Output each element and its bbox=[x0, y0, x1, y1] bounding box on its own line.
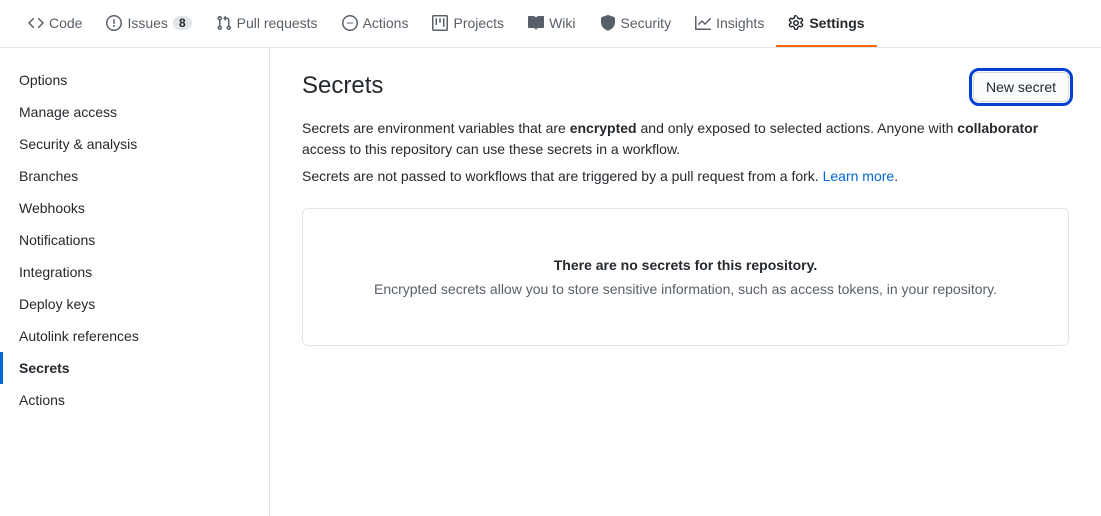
desc-bold2: collaborator bbox=[957, 120, 1038, 136]
nav-settings-label: Settings bbox=[809, 15, 864, 31]
sidebar: Options Manage access Security & analysi… bbox=[0, 48, 270, 516]
settings-icon bbox=[788, 15, 804, 31]
sidebar-item-manage-access[interactable]: Manage access bbox=[0, 96, 269, 128]
description-text: Secrets are environment variables that a… bbox=[302, 118, 1069, 160]
sidebar-item-security-analysis[interactable]: Security & analysis bbox=[0, 128, 269, 160]
pr-icon bbox=[216, 15, 232, 31]
sidebar-item-actions[interactable]: Actions bbox=[0, 384, 269, 416]
nav-security-label: Security bbox=[621, 15, 672, 31]
main-container: Options Manage access Security & analysi… bbox=[0, 48, 1101, 516]
sidebar-item-deploy-keys[interactable]: Deploy keys bbox=[0, 288, 269, 320]
nav-security[interactable]: Security bbox=[588, 0, 684, 47]
note-text: Secrets are not passed to workflows that… bbox=[302, 168, 823, 184]
empty-box-desc: Encrypted secrets allow you to store sen… bbox=[327, 281, 1044, 297]
sidebar-item-secrets[interactable]: Secrets bbox=[0, 352, 269, 384]
nav-wiki-label: Wiki bbox=[549, 15, 575, 31]
nav-pr-label: Pull requests bbox=[237, 15, 318, 31]
nav-code[interactable]: Code bbox=[16, 0, 94, 47]
security-icon bbox=[600, 15, 616, 31]
desc-bold1: encrypted bbox=[570, 120, 637, 136]
nav-projects[interactable]: Projects bbox=[420, 0, 516, 47]
new-secret-button[interactable]: New secret bbox=[973, 72, 1069, 102]
nav-code-label: Code bbox=[49, 15, 82, 31]
nav-projects-label: Projects bbox=[453, 15, 504, 31]
learn-more-link[interactable]: Learn more bbox=[823, 168, 895, 184]
sidebar-item-options[interactable]: Options bbox=[0, 64, 269, 96]
nav-pull-requests[interactable]: Pull requests bbox=[204, 0, 330, 47]
empty-box-title: There are no secrets for this repository… bbox=[327, 257, 1044, 273]
content-header: Secrets New secret bbox=[302, 72, 1069, 102]
desc-part2: and only exposed to selected actions. An… bbox=[637, 120, 958, 136]
main-content: Secrets New secret Secrets are environme… bbox=[270, 48, 1101, 516]
sidebar-item-notifications[interactable]: Notifications bbox=[0, 224, 269, 256]
description-note: Secrets are not passed to workflows that… bbox=[302, 168, 1069, 184]
nav-wiki[interactable]: Wiki bbox=[516, 0, 587, 47]
issues-badge: 8 bbox=[173, 16, 192, 30]
code-icon bbox=[28, 15, 44, 31]
empty-secrets-box: There are no secrets for this repository… bbox=[302, 208, 1069, 346]
sidebar-item-webhooks[interactable]: Webhooks bbox=[0, 192, 269, 224]
projects-icon bbox=[432, 15, 448, 31]
desc-part1: Secrets are environment variables that a… bbox=[302, 120, 570, 136]
sidebar-item-branches[interactable]: Branches bbox=[0, 160, 269, 192]
nav-actions-label: Actions bbox=[363, 15, 409, 31]
sidebar-item-autolink-references[interactable]: Autolink references bbox=[0, 320, 269, 352]
insights-icon bbox=[695, 15, 711, 31]
wiki-icon bbox=[528, 15, 544, 31]
desc-part3: access to this repository can use these … bbox=[302, 141, 680, 157]
top-nav: Code Issues 8 Pull requests Actions bbox=[0, 0, 1101, 48]
nav-insights[interactable]: Insights bbox=[683, 0, 776, 47]
nav-insights-label: Insights bbox=[716, 15, 764, 31]
nav-issues[interactable]: Issues 8 bbox=[94, 0, 203, 47]
issues-icon bbox=[106, 15, 122, 31]
nav-issues-label: Issues bbox=[127, 15, 167, 31]
nav-settings[interactable]: Settings bbox=[776, 0, 876, 47]
nav-actions[interactable]: Actions bbox=[330, 0, 421, 47]
actions-icon bbox=[342, 15, 358, 31]
sidebar-item-integrations[interactable]: Integrations bbox=[0, 256, 269, 288]
page-title: Secrets bbox=[302, 72, 383, 100]
